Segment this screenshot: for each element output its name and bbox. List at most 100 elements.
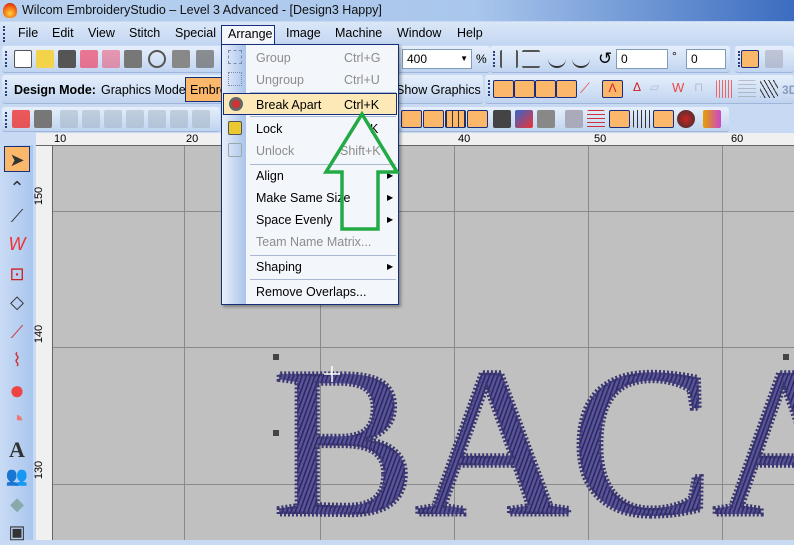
menu-item-remove-overlaps[interactable]: Remove Overlaps... <box>223 281 397 303</box>
menu-help[interactable]: Help <box>457 26 483 40</box>
cross-stitch-icon[interactable] <box>716 80 734 98</box>
properties-icon[interactable] <box>653 110 674 128</box>
step-icon[interactable]: ⊓ <box>694 80 712 98</box>
menu-item-space-evenly[interactable]: Space Evenly ▶ <box>223 209 397 231</box>
fill-icon[interactable]: ● <box>4 377 30 403</box>
run-line-icon[interactable]: ⟋ <box>4 319 30 345</box>
needle-points-icon[interactable] <box>423 110 444 128</box>
circle-fill-icon[interactable]: ◔ <box>4 407 30 433</box>
card-icon[interactable] <box>102 50 120 68</box>
tatami-icon[interactable] <box>514 80 535 98</box>
menu-arrange[interactable]: Arrange <box>221 25 275 45</box>
grid-icon[interactable] <box>445 110 466 128</box>
menu-special[interactable]: Special <box>175 26 216 40</box>
design-canvas[interactable]: BACA <box>53 146 794 540</box>
show-graphics-button[interactable]: Show Graphics <box>396 83 481 97</box>
machine-icon[interactable] <box>172 50 190 68</box>
offset-fill-icon[interactable]: ▱ <box>650 80 668 98</box>
mirror-horizontal-icon[interactable] <box>500 50 518 68</box>
zigzag-icon[interactable]: W <box>672 80 690 98</box>
embroidery-design[interactable]: BACA <box>53 146 794 541</box>
image-icon[interactable] <box>537 110 555 128</box>
menu-item-shaping[interactable]: Shaping ▶ <box>223 256 397 278</box>
color-3-icon[interactable] <box>104 110 122 128</box>
slant-angle-input[interactable]: 0 <box>686 49 726 69</box>
picture-icon[interactable] <box>493 110 511 128</box>
auto-digitize-icon[interactable]: W <box>4 231 30 257</box>
color-palette-icon[interactable] <box>565 110 583 128</box>
color-5-icon[interactable] <box>148 110 166 128</box>
dropdown-arrow-icon[interactable]: ▼ <box>460 54 468 63</box>
menu-file[interactable]: File <box>18 26 38 40</box>
fancy-fill-icon[interactable]: Λ <box>602 80 623 98</box>
radial-fill-icon[interactable]: ⟋ <box>580 80 598 98</box>
rotate-angle-input[interactable]: 0 <box>616 49 668 69</box>
object-icon[interactable] <box>765 50 783 68</box>
print-icon[interactable] <box>124 50 142 68</box>
sequence-icon[interactable] <box>587 110 605 128</box>
show-stitches-list-icon[interactable] <box>12 110 30 128</box>
measure-icon[interactable] <box>401 110 422 128</box>
menu-item-ungroup[interactable]: Ungroup Ctrl+U <box>223 69 397 91</box>
menu-item-team-name-matrix[interactable]: Team Name Matrix... <box>223 231 397 253</box>
vector-graphic-icon[interactable] <box>515 110 533 128</box>
design-text[interactable]: BACA <box>271 322 794 541</box>
motif-fill-icon[interactable] <box>556 80 577 98</box>
selection-handle[interactable] <box>273 354 279 360</box>
menu-item-make-same-size[interactable]: Make Same Size ▶ <box>223 187 397 209</box>
menu-item-group[interactable]: Group Ctrl+G <box>223 47 397 69</box>
grid-ruler-icon[interactable] <box>467 110 488 128</box>
rotate-left-icon[interactable] <box>548 50 566 68</box>
color-1-icon[interactable] <box>60 110 78 128</box>
satin-icon[interactable] <box>493 80 514 98</box>
color-4-icon[interactable] <box>126 110 144 128</box>
menu-window[interactable]: Window <box>397 26 441 40</box>
menu-item-lock[interactable]: Lock K <box>223 118 397 140</box>
frame-icon[interactable]: ▣ <box>4 519 30 545</box>
stitch-type-toolbar: ⟋ Λ Δ ▱ W ⊓ 3D <box>485 75 794 104</box>
run-icon[interactable] <box>738 80 756 98</box>
menu-item-break-apart[interactable]: Break Apart Ctrl+K <box>223 93 397 115</box>
open-icon[interactable] <box>36 50 54 68</box>
reshape-icon[interactable]: ⌃ <box>4 175 30 201</box>
zoom-input[interactable]: 400 ▼ <box>402 49 472 69</box>
pattern-fill-icon[interactable] <box>535 80 556 98</box>
menu-view[interactable]: View <box>88 26 115 40</box>
travel-icon[interactable] <box>34 110 52 128</box>
graphics-mode-button[interactable]: Graphics Mode <box>101 83 186 97</box>
open-object-icon[interactable]: ⌇ <box>4 347 30 373</box>
menu-item-unlock[interactable]: Unlock Shift+K <box>223 140 397 162</box>
trim-icon[interactable]: ⊡ <box>4 261 30 287</box>
color-6-icon[interactable] <box>170 110 188 128</box>
show-stitches-icon[interactable] <box>741 50 759 68</box>
node-edit-icon[interactable]: ◇ <box>4 289 30 315</box>
menu-image[interactable]: Image <box>286 26 321 40</box>
new-icon[interactable] <box>14 50 32 68</box>
select-object-icon[interactable]: ➤ <box>4 146 30 172</box>
knife-icon[interactable]: ⟋ <box>4 203 30 229</box>
mirror-vertical-icon[interactable] <box>522 50 540 68</box>
3d-button[interactable]: 3D <box>782 83 794 97</box>
color-2-icon[interactable] <box>82 110 100 128</box>
hatch-icon[interactable] <box>760 80 778 98</box>
thread-icon[interactable] <box>677 110 695 128</box>
monogram-icon[interactable]: ◆ <box>4 491 30 517</box>
menu-edit[interactable]: Edit <box>52 26 74 40</box>
selection-handle[interactable] <box>273 430 279 436</box>
print-preview-icon[interactable] <box>148 50 166 68</box>
color-7-icon[interactable] <box>192 110 210 128</box>
auto-start-end-icon[interactable] <box>703 110 721 128</box>
team-names-icon[interactable]: 👥 <box>4 463 30 489</box>
menu-stitch[interactable]: Stitch <box>129 26 160 40</box>
rotate-right-icon[interactable] <box>572 50 590 68</box>
menu-item-align[interactable]: Align ▶ <box>223 165 397 187</box>
menu-machine[interactable]: Machine <box>335 26 382 40</box>
selection-handle[interactable] <box>783 354 789 360</box>
color-object-list-icon[interactable] <box>609 110 630 128</box>
stipple-icon[interactable]: Δ <box>628 80 646 98</box>
export-icon[interactable] <box>80 50 98 68</box>
save-icon[interactable] <box>58 50 76 68</box>
stitch-player-icon[interactable] <box>633 110 651 128</box>
send-icon[interactable] <box>196 50 214 68</box>
lettering-icon[interactable]: A <box>4 437 30 463</box>
